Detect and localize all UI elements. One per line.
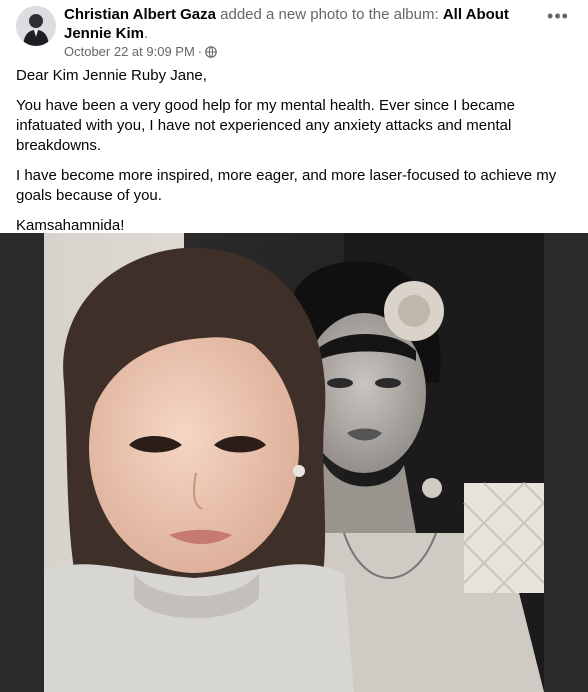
album-end: . [144,25,149,42]
more-options-icon[interactable]: ••• [546,7,570,30]
photo-image [44,233,544,692]
post-timestamp[interactable]: October 22 at 9:09 PM [64,44,195,60]
post-message: Dear Kim Jennie Ruby Jane, You have been… [16,66,568,246]
post-photo[interactable] [0,233,588,692]
globe-icon[interactable] [205,46,217,58]
meta-separator: · [197,44,203,59]
post-author-line: Christian Albert Gaza added a new photo … [64,5,524,43]
post-header: Christian Albert Gaza added a new photo … [0,0,588,64]
avatar[interactable] [16,6,56,46]
post-paragraph: I have become more inspired, more eager,… [16,167,557,204]
action-text: added a new photo to the album: [215,6,443,23]
post-paragraph: You have been a very good help for my me… [16,97,515,154]
author-name[interactable]: Christian Albert Gaza [64,6,216,23]
post-meta: October 22 at 9:09 PM · [64,44,217,60]
post-paragraph: Dear Kim Jennie Ruby Jane, [16,67,207,84]
avatar-image [16,6,56,46]
